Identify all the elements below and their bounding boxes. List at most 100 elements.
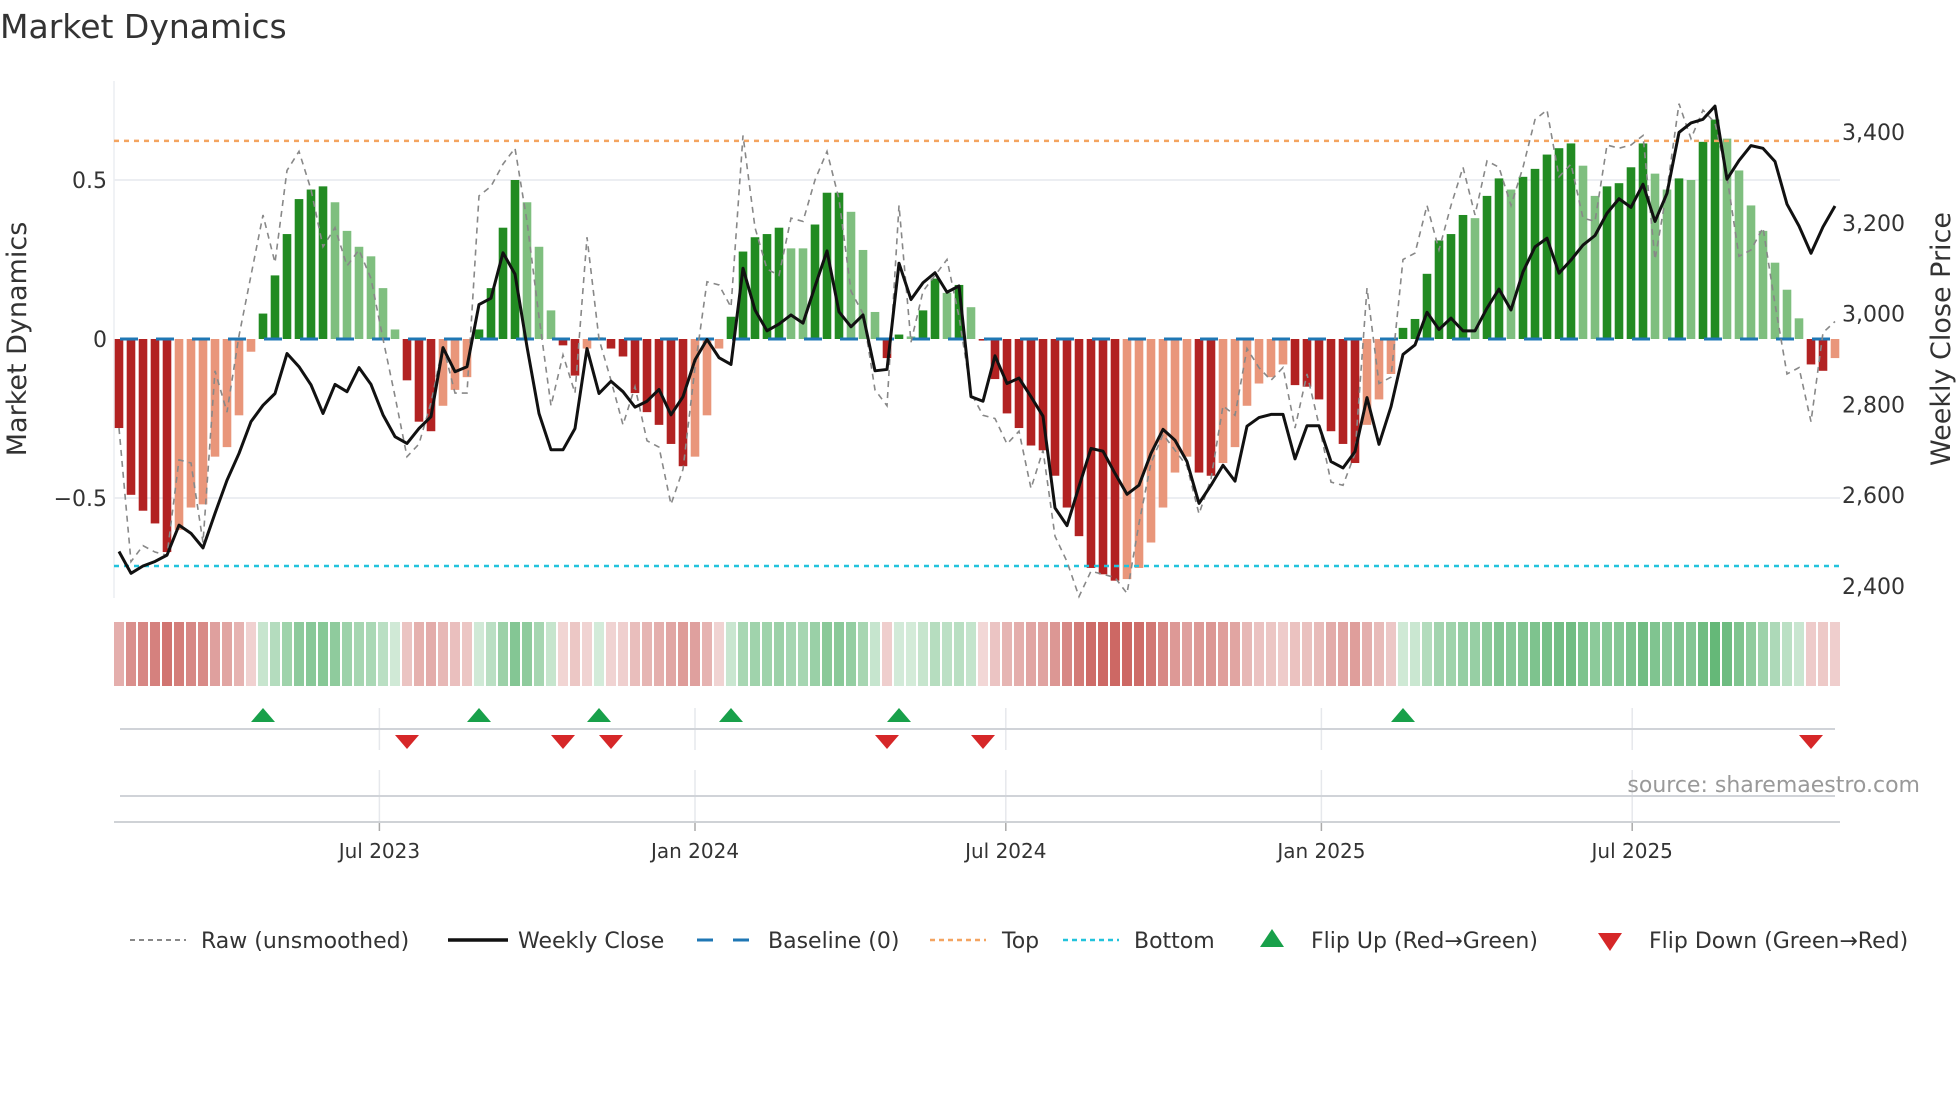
x-tick-label: Jul 2023	[337, 839, 420, 863]
strip-cell	[918, 622, 928, 686]
strip-cell	[1182, 622, 1192, 686]
md-bar	[1470, 218, 1480, 339]
strip-cell	[1062, 622, 1072, 686]
legend-label-top: Top	[1001, 929, 1039, 954]
md-bar	[1746, 205, 1756, 339]
strip-cell	[1746, 622, 1756, 686]
flip-down-marker	[875, 735, 899, 749]
strip-cell	[1578, 622, 1588, 686]
md-bar	[1506, 189, 1516, 339]
strip-cell	[834, 622, 844, 686]
x-tick-label: Jan 2025	[1275, 839, 1365, 863]
flip-down-marker	[551, 735, 575, 749]
strip-cell	[1386, 622, 1396, 686]
strip-cell	[474, 622, 484, 686]
strip-cell	[750, 622, 760, 686]
y-tick-label: 0	[93, 328, 107, 353]
strip-cell	[1506, 622, 1516, 686]
strip-cell	[1590, 622, 1600, 686]
market-dynamics-chart: Market Dynamics Market Dynamics Weekly C…	[0, 7, 1957, 954]
strip-cell	[1374, 622, 1384, 686]
strip-cell	[1674, 622, 1684, 686]
md-bar	[1062, 339, 1072, 508]
md-bar	[402, 339, 412, 381]
strip-cell	[1266, 622, 1276, 686]
legend-item-close[interactable]: Weekly Close	[448, 929, 664, 954]
md-bar	[1254, 339, 1264, 384]
md-bar	[174, 339, 184, 530]
md-bar	[1758, 230, 1768, 339]
legend-item-baseline[interactable]: Baseline (0)	[697, 929, 899, 954]
flip-up-marker	[587, 708, 611, 722]
strip-cell	[390, 622, 400, 686]
strip-cell	[522, 622, 532, 686]
md-bar	[270, 275, 280, 339]
strip-cell	[954, 622, 964, 686]
strip-cell	[1026, 622, 1036, 686]
y2-tick-label: 3,400	[1842, 121, 1905, 146]
strip-cell	[258, 622, 268, 686]
strip-cell	[1206, 622, 1216, 686]
y-tick-label: 0.5	[72, 169, 107, 194]
strip-cell	[1170, 622, 1180, 686]
md-bar	[1122, 339, 1132, 580]
md-bar	[1050, 339, 1060, 476]
strip-cell	[1410, 622, 1420, 686]
md-bar	[546, 310, 556, 339]
strip-cell	[714, 622, 724, 686]
strip-cell	[894, 622, 904, 686]
y-tick-label: −0.5	[54, 487, 107, 512]
strip-cell	[366, 622, 376, 686]
md-bar	[342, 230, 352, 339]
strip-cell	[810, 622, 820, 686]
legend-item-raw[interactable]: Raw (unsmoothed)	[130, 929, 409, 954]
md-bar	[1218, 339, 1228, 464]
strip-cell	[762, 622, 772, 686]
md-bar	[1146, 339, 1156, 543]
md-bar	[258, 313, 268, 339]
md-bar	[1638, 143, 1648, 339]
strip-cell	[798, 622, 808, 686]
legend-item-top[interactable]: Top	[930, 929, 1039, 954]
strip-cell	[222, 622, 232, 686]
y2-tick-label: 2,800	[1842, 393, 1905, 418]
strip-cell	[1458, 622, 1468, 686]
strip-cell	[462, 622, 472, 686]
strip-cell	[1362, 622, 1372, 686]
strip-cell	[1554, 622, 1564, 686]
strip-cell	[414, 622, 424, 686]
md-bar	[114, 339, 124, 429]
strip-cell	[534, 622, 544, 686]
md-bar	[150, 339, 160, 524]
strip-cell	[1038, 622, 1048, 686]
strip-cell	[930, 622, 940, 686]
strip-cell	[1686, 622, 1696, 686]
strip-cell	[174, 622, 184, 686]
strip-cell	[198, 622, 208, 686]
strip-cell	[450, 622, 460, 686]
legend-item-flip-down[interactable]: Flip Down (Green→Red)	[1598, 929, 1908, 954]
strip-cell	[1254, 622, 1264, 686]
strip-cell	[1542, 622, 1552, 686]
chart-title: Market Dynamics	[0, 7, 287, 46]
md-bar	[1110, 339, 1120, 581]
strip-cell	[426, 622, 436, 686]
strip-cell	[702, 622, 712, 686]
md-bar	[510, 180, 520, 339]
legend-item-flip-up[interactable]: Flip Up (Red→Green)	[1260, 929, 1538, 954]
strip-cell	[1602, 622, 1612, 686]
y2-tick-label: 2,400	[1842, 575, 1905, 600]
md-bar	[714, 339, 724, 349]
strip-cell	[1122, 622, 1132, 686]
x-tick-label: Jan 2024	[649, 839, 739, 863]
strip-cell	[1194, 622, 1204, 686]
strip-cell	[354, 622, 364, 686]
strip-cell	[1830, 622, 1840, 686]
flip-down-marker	[971, 735, 995, 749]
flip-down-marker	[1799, 735, 1823, 749]
strip-cell	[642, 622, 652, 686]
md-bar	[1794, 318, 1804, 339]
legend-item-bottom[interactable]: Bottom	[1063, 929, 1215, 954]
flip-up-marker	[467, 708, 491, 722]
md-bar	[1806, 339, 1816, 365]
